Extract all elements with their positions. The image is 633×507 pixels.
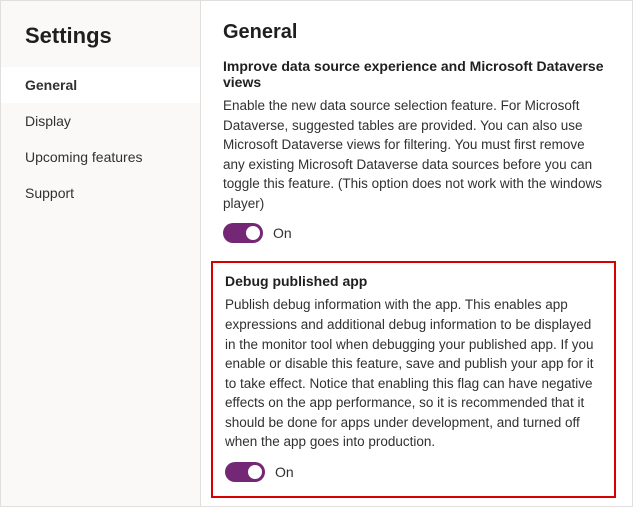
toggle-knob [246,226,260,240]
toggle-knob [248,465,262,479]
sidebar-item-support[interactable]: Support [1,175,200,211]
section-improve-data-source: Improve data source experience and Micro… [223,58,610,243]
toggle-row: On [223,223,610,243]
toggle-debug-published-app[interactable] [225,462,265,482]
toggle-state-label: On [273,225,292,241]
toggle-state-label: On [275,464,294,480]
page-title: General [223,21,610,44]
sidebar-item-label: Support [25,185,74,201]
sidebar-item-label: General [25,77,77,93]
sidebar-item-upcoming-features[interactable]: Upcoming features [1,139,200,175]
sidebar-item-label: Upcoming features [25,149,143,165]
section-debug-published-app: Debug published app Publish debug inform… [211,261,616,498]
toggle-improve-data-source[interactable] [223,223,263,243]
sidebar-item-general[interactable]: General [1,67,200,103]
sidebar: Settings General Display Upcoming featur… [1,1,201,506]
section-description: Publish debug information with the app. … [225,295,602,452]
section-title: Debug published app [225,273,602,289]
sidebar-item-label: Display [25,113,71,129]
toggle-row: On [225,462,602,482]
section-title: Improve data source experience and Micro… [223,58,610,90]
settings-app: Settings General Display Upcoming featur… [0,0,633,507]
sidebar-item-display[interactable]: Display [1,103,200,139]
sidebar-title: Settings [1,23,200,67]
main-panel: General Improve data source experience a… [201,1,632,506]
section-description: Enable the new data source selection fea… [223,96,610,213]
